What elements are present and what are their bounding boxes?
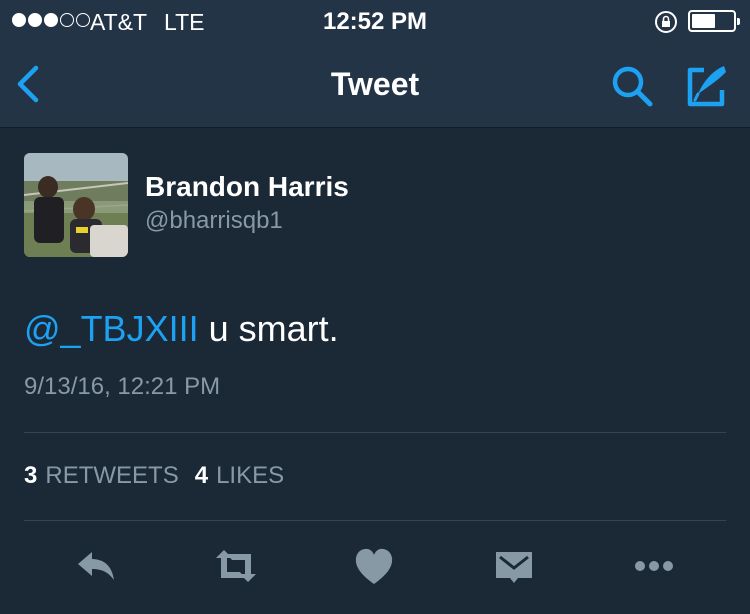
reply-icon bbox=[78, 552, 114, 580]
like-icon bbox=[355, 548, 393, 584]
divider bbox=[24, 432, 726, 433]
display-name[interactable]: Brandon Harris bbox=[145, 171, 349, 203]
tweet-text: @_TBJXIII u smart. bbox=[24, 308, 339, 350]
compose-button[interactable] bbox=[682, 62, 730, 110]
retweets-stat[interactable]: 3 RETWEETS bbox=[24, 462, 179, 490]
like-button[interactable] bbox=[352, 544, 396, 588]
retweets-label: RETWEETS bbox=[45, 462, 179, 489]
avatar[interactable] bbox=[24, 153, 128, 257]
compose-tweet-icon bbox=[687, 66, 726, 107]
retweet-icon bbox=[216, 550, 256, 582]
direct-message-button[interactable] bbox=[492, 544, 536, 588]
status-time: 12:52 PM bbox=[322, 8, 428, 35]
more-button[interactable] bbox=[632, 544, 676, 588]
divider bbox=[24, 520, 726, 521]
mention-link[interactable]: @_TBJXIII bbox=[24, 308, 199, 349]
tweet-timestamp: 9/13/16, 12:21 PM bbox=[24, 373, 221, 400]
more-icon bbox=[635, 561, 673, 571]
retweet-button[interactable] bbox=[212, 544, 256, 588]
avatar-image bbox=[24, 153, 128, 257]
battery-icon bbox=[688, 10, 740, 32]
status-bar: AT&T LTE 12:52 PM bbox=[0, 0, 750, 42]
reply-button[interactable] bbox=[74, 544, 118, 588]
tweet-body: u smart. bbox=[198, 308, 339, 349]
tweet-stats: 3 RETWEETS 4 LIKES bbox=[24, 462, 300, 490]
nav-bar: Tweet bbox=[0, 42, 750, 128]
battery-level bbox=[692, 14, 716, 28]
user-handle[interactable]: @bharrisqb1 bbox=[145, 207, 283, 235]
retweets-count: 3 bbox=[24, 462, 38, 489]
likes-stat[interactable]: 4 LIKES bbox=[195, 462, 284, 490]
direct-message-icon bbox=[496, 552, 532, 583]
rotation-lock-icon bbox=[655, 11, 677, 33]
search-icon bbox=[612, 66, 653, 107]
likes-count: 4 bbox=[194, 462, 209, 489]
likes-label: LIKES bbox=[216, 462, 285, 489]
search-button[interactable] bbox=[608, 62, 656, 110]
